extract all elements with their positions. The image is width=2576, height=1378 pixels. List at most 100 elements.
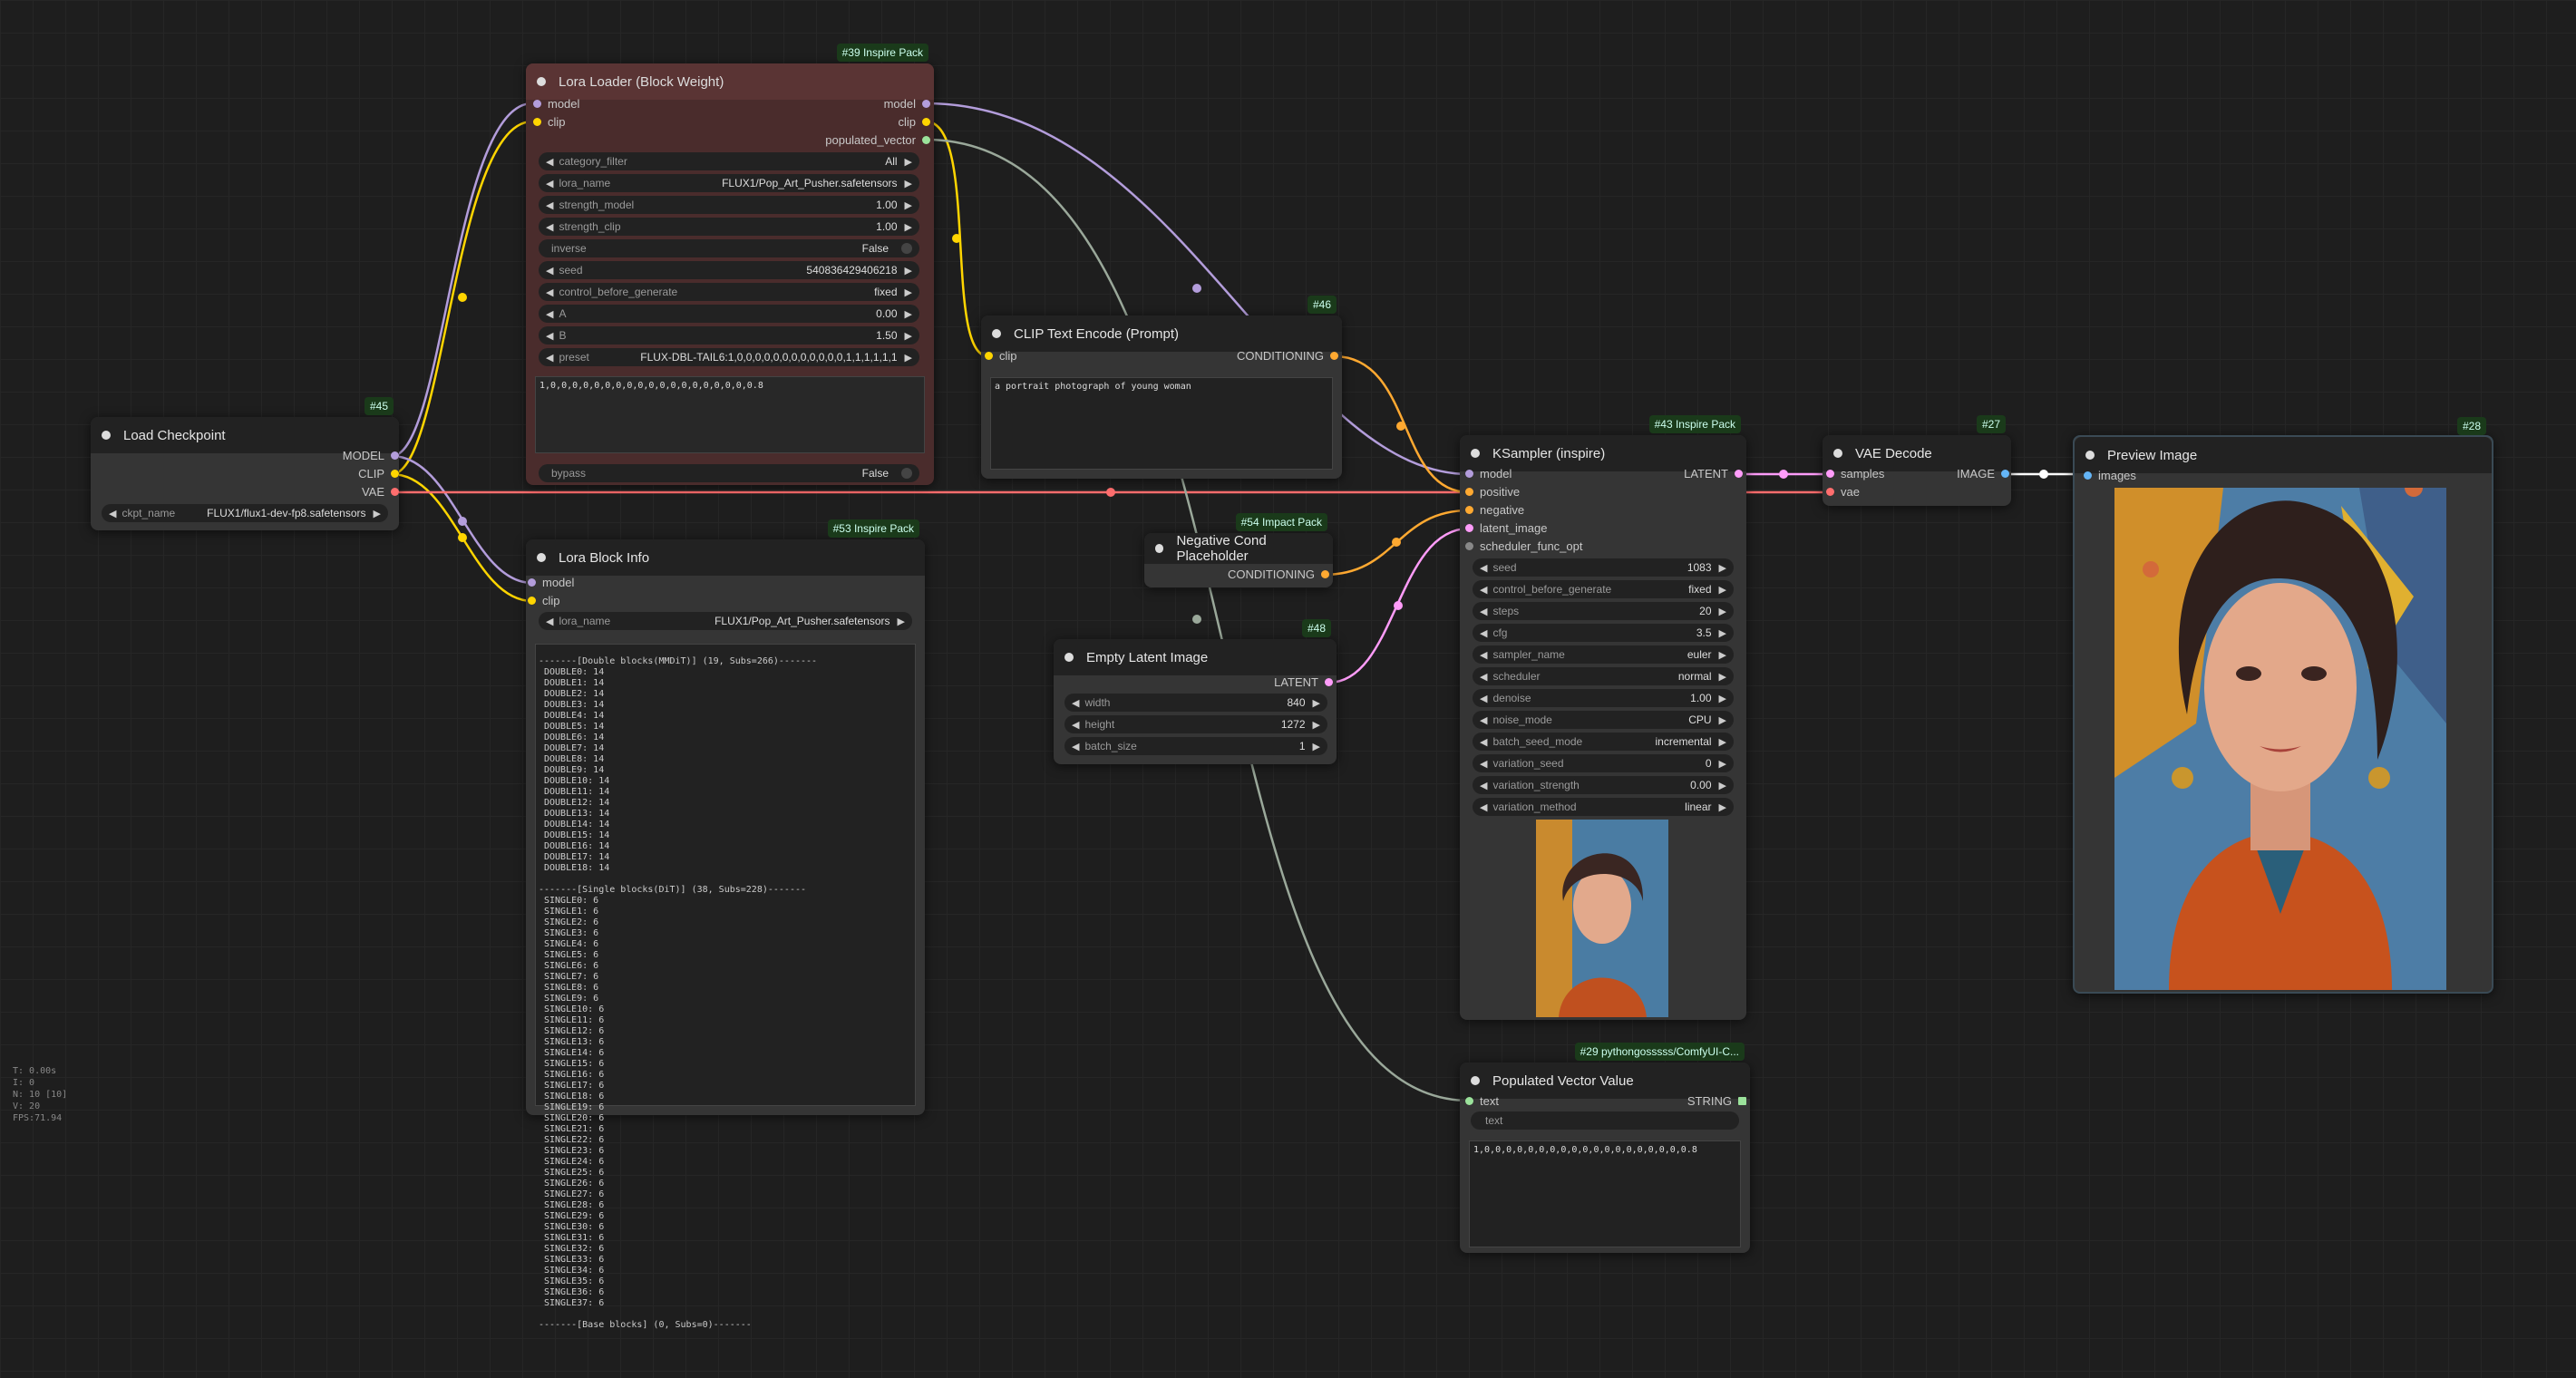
arrow-left-icon[interactable]: ◀ (1480, 627, 1487, 639)
populated-vector-textarea[interactable]: 1,0,0,0,0,0,0,0,0,0,0,0,0,0,0,0,0,0,0,0.… (1469, 1140, 1741, 1247)
ckpt-name-widget[interactable]: ◀ ckpt_name FLUX1/flux1-dev-fp8.safetens… (102, 504, 388, 522)
arrow-left-icon[interactable]: ◀ (1480, 714, 1487, 726)
output-string[interactable]: STRING (1687, 1093, 1746, 1110)
output-model[interactable]: model (884, 96, 930, 112)
collapse-dot-icon[interactable] (1471, 1076, 1480, 1085)
output-latent[interactable]: LATENT (1274, 674, 1333, 691)
arrow-left-icon[interactable]: ◀ (1480, 671, 1487, 683)
widget-strength-clip[interactable]: ◀ strength_clip 1.00 ▶ (539, 218, 919, 236)
widget-control-before-generate[interactable]: ◀ control_before_generate fixed ▶ (1473, 580, 1734, 598)
block-vector-textarea[interactable]: 1,0,0,0,0,0,0,0,0,0,0,0,0,0,0,0,0,0,0,0.… (535, 376, 925, 453)
arrow-left-icon[interactable]: ◀ (1480, 758, 1487, 770)
widget-lora-name[interactable]: ◀ lora_name FLUX1/Pop_Art_Pusher.safetenso… (539, 612, 912, 630)
clip-text-encode-node[interactable]: #46 CLIP Text Encode (Prompt) clip CONDI… (981, 296, 1342, 479)
negative-cond-node[interactable]: #54 Impact Pack Negative Cond Placeholde… (1144, 513, 1333, 587)
arrow-right-icon[interactable]: ▶ (1719, 736, 1726, 748)
widget-denoise[interactable]: ◀ denoise 1.00 ▶ (1473, 689, 1734, 707)
widget-strength-model[interactable]: ◀ strength_model 1.00 ▶ (539, 196, 919, 214)
vae-decode-node[interactable]: #27 VAE Decode samples vae IMAGE (1823, 415, 2011, 506)
collapse-dot-icon[interactable] (537, 77, 546, 86)
prompt-textarea[interactable]: a portrait photograph of young woman (990, 377, 1333, 470)
input-vae[interactable]: vae (1826, 484, 1860, 500)
collapse-dot-icon[interactable] (1155, 544, 1164, 553)
output-vae[interactable]: VAE (362, 484, 399, 500)
arrow-right-icon[interactable]: ▶ (1719, 584, 1726, 596)
widget-noise-mode[interactable]: ◀ noise_mode CPU ▶ (1473, 711, 1734, 729)
widget-variation-method[interactable]: ◀ variation_method linear ▶ (1473, 798, 1734, 816)
populated-vector-node[interactable]: #29 pythongosssss/ComfyUI-C... Populated… (1460, 1043, 1750, 1253)
widget-batch-seed-mode[interactable]: ◀ batch_seed_mode incremental ▶ (1473, 733, 1734, 751)
arrow-left-icon[interactable]: ◀ (1480, 693, 1487, 704)
arrow-right-icon[interactable]: ▶ (374, 508, 381, 519)
widget-variation-strength[interactable]: ◀ variation_strength 0.00 ▶ (1473, 776, 1734, 794)
widget-height[interactable]: ◀ height 1272 ▶ (1064, 715, 1327, 733)
arrow-left-icon[interactable]: ◀ (1480, 606, 1487, 617)
collapse-dot-icon[interactable] (1833, 449, 1842, 458)
widget-variation-seed[interactable]: ◀ variation_seed 0 ▶ (1473, 754, 1734, 772)
collapse-dot-icon[interactable] (1471, 449, 1480, 458)
arrow-left-icon[interactable]: ◀ (1480, 649, 1487, 661)
arrow-left-icon[interactable]: ◀ (1480, 801, 1487, 813)
widget-category-filter[interactable]: ◀ category_filter All ▶ (539, 152, 919, 170)
arrow-left-icon[interactable]: ◀ (1480, 562, 1487, 574)
input-negative[interactable]: negative (1465, 502, 1524, 519)
arrow-right-icon[interactable]: ▶ (1719, 714, 1726, 726)
widget-sampler-name[interactable]: ◀ sampler_name euler ▶ (1473, 645, 1734, 664)
arrow-left-icon[interactable]: ◀ (1480, 736, 1487, 748)
arrow-right-icon[interactable]: ▶ (1719, 649, 1726, 661)
output-conditioning[interactable]: CONDITIONING (1228, 567, 1329, 583)
input-text[interactable]: text (1465, 1093, 1499, 1110)
widget-seed[interactable]: ◀ seed 1083 ▶ (1473, 558, 1734, 577)
lora-loader-node[interactable]: #39 Inspire Pack Lora Loader (Block Weig… (526, 44, 934, 485)
input-model[interactable]: model (1465, 466, 1512, 482)
output-image[interactable]: IMAGE (1957, 466, 2009, 482)
widget-steps[interactable]: ◀ steps 20 ▶ (1473, 602, 1734, 620)
widget-text[interactable]: text (1471, 1111, 1739, 1130)
input-images[interactable]: images (2084, 468, 2136, 484)
collapse-dot-icon[interactable] (992, 329, 1001, 338)
preview-image-node[interactable]: #28 Preview Image images (2073, 417, 2493, 994)
input-clip[interactable]: clip (528, 593, 560, 609)
widget-seed[interactable]: ◀ seed 540836429406218 ▶ (539, 261, 919, 279)
input-clip[interactable]: clip (985, 348, 1017, 364)
arrow-right-icon[interactable]: ▶ (1719, 780, 1726, 791)
input-clip[interactable]: clip (533, 114, 566, 131)
input-positive[interactable]: positive (1465, 484, 1520, 500)
load-checkpoint-node[interactable]: #45 Load Checkpoint MODEL CLIP VAE ◀ ckp… (91, 397, 399, 530)
output-populated-vector[interactable]: populated_vector (825, 132, 930, 149)
input-latent-image[interactable]: latent_image (1465, 520, 1547, 537)
arrow-right-icon[interactable]: ▶ (1719, 606, 1726, 617)
input-scheduler-func-opt[interactable]: scheduler_func_opt (1465, 539, 1582, 555)
widget-scheduler[interactable]: ◀ scheduler normal ▶ (1473, 667, 1734, 685)
arrow-right-icon[interactable]: ▶ (1719, 627, 1726, 639)
collapse-dot-icon[interactable] (537, 553, 546, 562)
output-model[interactable]: MODEL (343, 448, 399, 464)
input-model[interactable]: model (528, 575, 574, 591)
arrow-right-icon[interactable]: ▶ (1719, 758, 1726, 770)
widget-b[interactable]: ◀ B 1.50 ▶ (539, 326, 919, 344)
collapse-dot-icon[interactable] (102, 431, 111, 440)
ksampler-node[interactable]: #43 Inspire Pack KSampler (inspire) mode… (1460, 415, 1746, 1020)
widget-lora-name[interactable]: ◀ lora_name FLUX1/Pop_Art_Pusher.safetenso… (539, 174, 919, 192)
output-clip[interactable]: CLIP (358, 466, 399, 482)
arrow-right-icon[interactable]: ▶ (1719, 562, 1726, 574)
widget-bypass-toggle[interactable]: bypass False (539, 464, 919, 482)
widget-control-before-generate[interactable]: ◀ control_before_generate fixed ▶ (539, 283, 919, 301)
arrow-left-icon[interactable]: ◀ (109, 508, 116, 519)
empty-latent-image-node[interactable]: #48 Empty Latent Image LATENT ◀ width 840 ▶… (1054, 619, 1337, 764)
input-model[interactable]: model (533, 96, 579, 112)
widget-a[interactable]: ◀ A 0.00 ▶ (539, 305, 919, 323)
arrow-left-icon[interactable]: ◀ (1480, 780, 1487, 791)
arrow-left-icon[interactable]: ◀ (1480, 584, 1487, 596)
widget-batch-size[interactable]: ◀ batch_size 1 ▶ (1064, 737, 1327, 755)
preview-image-output[interactable] (2114, 488, 2446, 990)
widget-preset[interactable]: ◀ preset FLUX-DBL-TAIL6:1,0,0,0,0,0,0,0,0,… (539, 348, 919, 366)
widget-inverse-toggle[interactable]: inverse False (539, 239, 919, 257)
output-conditioning[interactable]: CONDITIONING (1237, 348, 1338, 364)
widget-cfg[interactable]: ◀ cfg 3.5 ▶ (1473, 624, 1734, 642)
arrow-right-icon[interactable]: ▶ (1719, 801, 1726, 813)
widget-width[interactable]: ◀ width 840 ▶ (1064, 694, 1327, 712)
collapse-dot-icon[interactable] (2085, 451, 2095, 460)
output-latent[interactable]: LATENT (1684, 466, 1743, 482)
arrow-right-icon[interactable]: ▶ (1719, 671, 1726, 683)
